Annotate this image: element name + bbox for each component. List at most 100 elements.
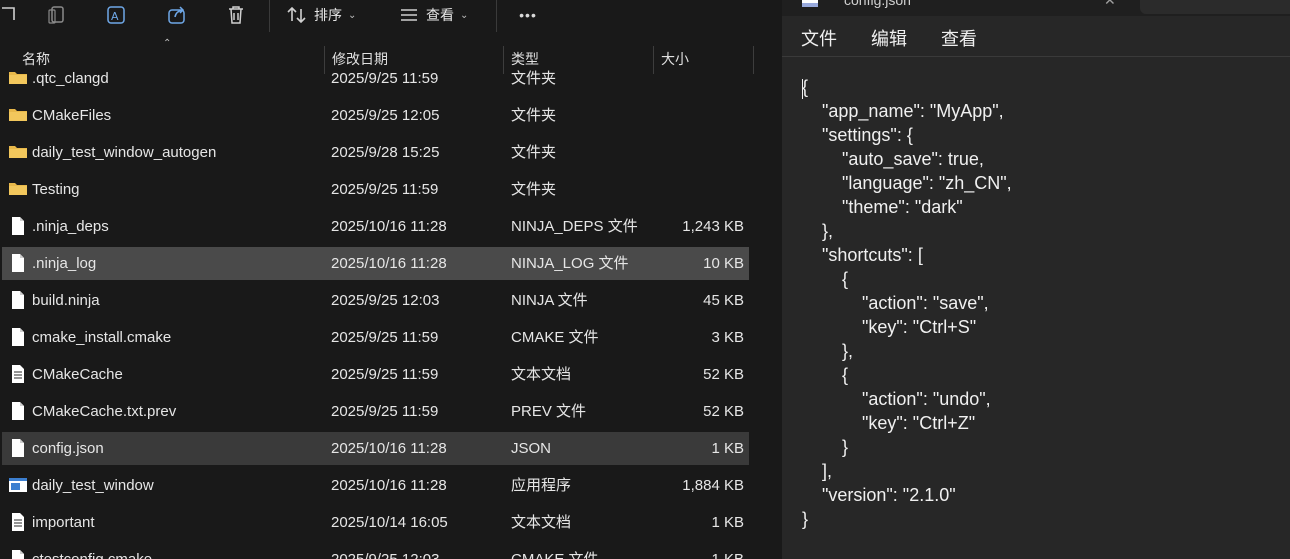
file-row[interactable]: daily_test_window_autogen 2025/9/28 15:25…: [2, 136, 749, 169]
svg-text:A: A: [111, 10, 119, 23]
notepad-window: config.json ✕ 文件 编辑 查看 { "app_name": "My…: [782, 0, 1290, 559]
file-row[interactable]: daily_test_window 2025/10/16 11:28 应用程序 1,8…: [2, 469, 749, 502]
file-row[interactable]: CMakeCache.txt.prev 2025/9/25 11:59 PREV 文…: [2, 395, 749, 428]
file-date: 2025/9/25 11:59: [331, 366, 439, 383]
more-options-button[interactable]: •••: [513, 0, 543, 30]
file-size: 1 KB: [711, 440, 744, 457]
application-icon: [8, 475, 28, 495]
file-date: 2025/9/25 12:05: [331, 107, 440, 124]
cut-icon: [2, 7, 15, 20]
file-name: CMakeCache.txt.prev: [32, 403, 177, 420]
notepad-icon: [802, 0, 818, 7]
file-type: 文本文档: [511, 514, 572, 531]
file-row[interactable]: .ninja_log 2025/10/16 11:28 NINJA_LOG 文件 10…: [2, 247, 749, 280]
file-name: build.ninja: [32, 292, 100, 309]
file-icon: [8, 253, 28, 273]
file-type: 文件夹: [511, 181, 557, 198]
share-button[interactable]: [164, 0, 190, 30]
file-size: 1,884 KB: [682, 477, 744, 494]
view-label: 查看: [426, 7, 454, 23]
file-type: NINJA_LOG 文件: [511, 255, 629, 272]
file-name: ctestconfig.cmake: [32, 543, 152, 559]
file-date: 2025/9/25 12:03: [331, 543, 439, 559]
file-row[interactable]: Testing 2025/9/25 11:59 文件夹: [2, 173, 749, 206]
text-document-icon: [8, 512, 28, 532]
file-date: 2025/10/16 11:28: [331, 255, 447, 272]
file-name: config.json: [32, 440, 104, 457]
file-row[interactable]: cmake_install.cmake 2025/9/25 11:59 CMAKE …: [2, 321, 749, 354]
file-date: 2025/9/25 12:03: [331, 292, 440, 309]
file-icon: [8, 327, 28, 347]
folder-icon: [8, 68, 28, 88]
notepad-tab-title[interactable]: config.json: [844, 0, 911, 8]
file-size: 1 KB: [711, 543, 744, 559]
file-size: 1 KB: [711, 514, 744, 531]
rename-button[interactable]: A: [103, 0, 129, 30]
file-name: cmake_install.cmake: [32, 329, 172, 346]
sort-icon: [287, 6, 306, 24]
trash-icon: [229, 6, 243, 24]
toolbar-separator: [269, 0, 270, 32]
notepad-text-area[interactable]: { "app_name": "MyApp", "settings": { "au…: [782, 56, 1290, 559]
notepad-content[interactable]: { "app_name": "MyApp", "settings": { "au…: [802, 75, 1012, 531]
share-icon: [168, 6, 185, 24]
file-type: CMAKE 文件: [511, 329, 599, 346]
file-type: 文件夹: [511, 107, 557, 124]
file-row[interactable]: important 2025/10/14 16:05 文本文档 1 KB: [2, 506, 749, 539]
file-date: 2025/9/25 11:59: [331, 329, 439, 346]
file-name: important: [32, 514, 95, 531]
file-row[interactable]: build.ninja 2025/9/25 12:03 NINJA 文件 45 KB: [2, 284, 749, 317]
file-type: NINJA_DEPS 文件: [511, 218, 638, 235]
file-size: 10 KB: [703, 255, 744, 272]
file-type: 文件夹: [511, 70, 557, 87]
toolbar-separator: [496, 0, 497, 32]
sort-button[interactable]: 排序 ⌄: [286, 0, 370, 30]
file-type: 应用程序: [511, 477, 572, 494]
text-document-icon: [8, 364, 28, 384]
menu-file[interactable]: 文件: [801, 25, 837, 51]
copy-icon: [48, 6, 64, 24]
menu-view[interactable]: 查看: [941, 25, 977, 51]
file-row[interactable]: CMakeFiles 2025/9/25 12:05 文件夹: [2, 99, 749, 132]
file-size: 3 KB: [711, 329, 744, 346]
notepad-menubar: 文件 编辑 查看: [782, 16, 1290, 56]
notepad-titlebar: config.json ✕: [782, 0, 1290, 16]
file-name: daily_test_window: [32, 477, 154, 494]
file-type: 文本文档: [511, 366, 572, 383]
file-icon: [8, 216, 28, 236]
folder-icon: [8, 105, 28, 125]
view-button[interactable]: 查看 ⌄: [398, 0, 480, 30]
file-row[interactable]: .ninja_deps 2025/10/16 11:28 NINJA_DEPS 文件…: [2, 210, 749, 243]
new-tab-area[interactable]: [1140, 0, 1290, 14]
close-tab-icon[interactable]: ✕: [1104, 0, 1116, 9]
file-date: 2025/10/16 11:28: [331, 440, 447, 457]
file-name: CMakeCache: [32, 366, 123, 383]
file-date: 2025/9/25 11:59: [331, 403, 439, 420]
file-type: NINJA 文件: [511, 292, 588, 309]
file-name: daily_test_window_autogen: [32, 144, 217, 161]
file-date: 2025/10/14 16:05: [331, 514, 448, 531]
menu-edit[interactable]: 编辑: [871, 25, 907, 51]
chevron-down-icon: ⌄: [348, 9, 357, 21]
explorer-toolbar: A 排序 ⌄ 查看 ⌄ •••: [0, 0, 782, 34]
file-date: 2025/10/16 11:28: [331, 477, 447, 494]
file-size: 1,243 KB: [682, 218, 744, 235]
file-size: 45 KB: [703, 292, 744, 309]
cut-button[interactable]: [0, 0, 22, 30]
file-row[interactable]: CMakeCache 2025/9/25 11:59 文本文档 52 KB: [2, 358, 749, 391]
file-date: 2025/9/25 11:59: [331, 70, 439, 87]
delete-button[interactable]: [223, 0, 249, 30]
file-row[interactable]: .qtc_clangd 2025/9/25 11:59 文件夹: [2, 62, 749, 95]
sort-label: 排序: [314, 7, 342, 23]
copy-button[interactable]: [44, 0, 70, 30]
column-divider[interactable]: [753, 46, 754, 74]
file-name: .ninja_deps: [32, 218, 109, 235]
file-date: 2025/9/28 15:25: [331, 144, 440, 161]
file-row[interactable]: ctestconfig.cmake 2025/9/25 12:03 CMAKE 文件…: [2, 543, 749, 559]
file-row[interactable]: config.json 2025/10/16 11:28 JSON 1 KB: [2, 432, 749, 465]
file-type: 文件夹: [511, 144, 557, 161]
file-type: JSON: [511, 440, 552, 457]
file-icon: [8, 290, 28, 310]
rename-icon: A: [107, 6, 125, 24]
file-icon: [8, 549, 28, 559]
